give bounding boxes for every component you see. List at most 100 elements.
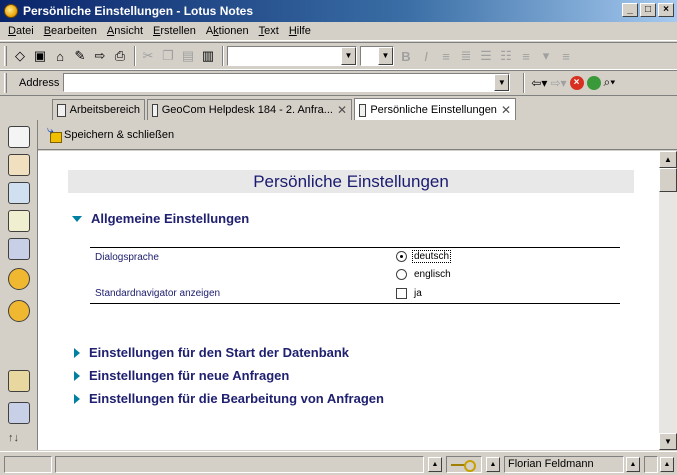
lotus-notes-app-icon[interactable] [4,4,18,18]
outdent-icon[interactable]: ≡ [557,47,575,65]
location-up-button[interactable]: ▲ [626,457,640,472]
bullet-list-icon[interactable]: ☰ [477,47,495,65]
twisty-collapsed-icon[interactable] [74,347,80,358]
calendar-icon[interactable] [8,154,30,176]
mail-up-button[interactable]: ▲ [660,457,674,472]
search-icon[interactable]: ⌕▾ [604,75,616,90]
save-close-button[interactable]: Speichern & schließen [47,123,175,143]
close-icon[interactable]: ✕ [337,103,347,117]
toolbar-separator [222,46,224,66]
tab-persoenliche-einstellungen[interactable]: Persönliche Einstellungen ✕ [354,98,516,121]
forward-icon[interactable]: ⇨ [91,47,109,65]
open-folder-icon[interactable]: ⌂ [51,47,69,65]
security-up-button[interactable]: ▲ [486,457,500,472]
checkbox-navigator[interactable] [396,288,407,299]
numbered-list-icon[interactable]: ☷ [497,47,515,65]
new-icon[interactable]: ◇ [11,47,29,65]
save-close-label: Speichern & schließen [64,128,175,141]
address-input[interactable]: ▼ [63,73,511,92]
italic-icon[interactable]: I [417,47,435,65]
menu-datei[interactable]: Datei [3,25,39,37]
scroll-down-button[interactable]: ▼ [659,433,677,450]
databases-icon[interactable] [8,300,30,322]
title-bar[interactable]: Persönliche Einstellungen - Lotus Notes … [0,0,677,22]
mail-status-pane[interactable] [644,456,658,473]
location-pane[interactable]: Florian Feldmann [504,456,624,473]
option-ja[interactable]: ja [414,288,422,299]
cut-icon[interactable]: ✂ [139,47,157,65]
twisty-expanded-icon[interactable] [72,215,82,222]
mail-icon[interactable] [8,126,30,148]
more-bookmarks-icon[interactable] [8,370,30,392]
status-up-button[interactable]: ▲ [428,457,442,472]
option-deutsch[interactable]: deutsch [412,250,452,263]
paste-icon[interactable]: ▤ [179,47,197,65]
menu-bar: Datei Bearbeiten Ansicht Erstellen Aktio… [0,22,677,41]
menu-ansicht[interactable]: Ansicht [102,25,148,37]
menu-aktionen[interactable]: Aktionen [201,25,254,37]
forward-nav-icon[interactable]: ⇨▾ [550,76,566,90]
scroll-up-button[interactable]: ▲ [659,151,677,168]
option-englisch[interactable]: englisch [414,269,451,280]
bookmark-scroll-icon[interactable]: ↑↓ [8,432,19,444]
stop-icon[interactable]: × [569,75,584,90]
menu-text[interactable]: Text [254,25,284,37]
refresh-icon[interactable] [586,75,601,90]
scroll-thumb[interactable] [659,168,677,192]
copy-link-icon[interactable]: ▥ [199,47,217,65]
align-center-icon[interactable]: ≣ [457,47,475,65]
copy-icon[interactable]: ❐ [159,47,177,65]
tab-geocom-helpdesk[interactable]: GeoCom Helpdesk 184 - 2. Anfra... ✕ [147,99,352,120]
address-bar: Address ▼ ⇦▾ ⇨▾ × ⌕▾ [0,70,677,94]
vertical-scrollbar[interactable]: ▲ ▼ [659,151,677,450]
close-icon[interactable]: ✕ [501,103,511,117]
indent-icon[interactable]: ≡ [517,47,535,65]
status-pane-left[interactable] [4,456,52,473]
section-allgemeine-einstellungen[interactable]: Allgemeine Einstellungen [72,211,249,226]
bold-icon[interactable]: B [397,47,415,65]
align-left-icon[interactable]: ≡ [437,47,455,65]
edit-icon[interactable]: ✎ [71,47,89,65]
chevron-down-icon[interactable]: ▼ [378,47,393,65]
radio-englisch[interactable] [396,269,407,280]
section-bearbeitung-anfragen[interactable]: Einstellungen für die Bearbeitung von An… [72,391,384,406]
back-icon[interactable]: ⇦▾ [531,76,547,90]
menu-label: nsicht [114,25,144,37]
chevron-down-icon[interactable]: ▼ [341,47,356,65]
address-book-icon[interactable] [8,182,30,204]
menu-label: rstellen [160,25,196,37]
tab-arbeitsbereich[interactable]: Arbeitsbereich [52,99,145,120]
replication-icon[interactable] [8,238,30,260]
font-combo[interactable]: ▼ [227,46,357,66]
menu-erstellen[interactable]: Erstellen [148,25,201,37]
todo-icon[interactable] [8,210,30,232]
section-label: Allgemeine Einstellungen [91,211,250,226]
twisty-collapsed-icon[interactable] [74,370,80,381]
toolbar-grip[interactable] [4,46,7,66]
menu-bearbeiten[interactable]: Bearbeiten [39,25,102,37]
window-title: Persönliche Einstellungen - Lotus Notes [23,4,254,18]
database-icon [152,103,158,117]
chevron-down-icon[interactable]: ▼ [494,74,510,91]
tab-label: Arbeitsbereich [69,104,140,116]
minimize-button[interactable]: _ [622,3,638,17]
addressbar-grip[interactable] [4,72,7,93]
close-button[interactable]: × [658,3,674,17]
security-pane[interactable] [446,456,482,473]
radio-deutsch[interactable] [396,251,407,262]
menu-hilfe[interactable]: Hilfe [284,25,316,37]
font-size-combo[interactable]: ▼ [360,46,394,66]
section-neue-anfragen[interactable]: Einstellungen für neue Anfragen [72,368,289,383]
section-start-datenbank[interactable]: Einstellungen für den Start der Datenban… [72,345,349,360]
menu-accel: B [43,25,52,37]
replicator-icon[interactable] [8,402,30,424]
save-icon[interactable]: ▣ [31,47,49,65]
twisty-collapsed-icon[interactable] [74,393,80,404]
action-bar: Speichern & schließen [38,120,677,150]
print-icon[interactable]: ⎙ [111,47,129,65]
favorites-icon[interactable] [8,268,30,290]
status-message-pane[interactable] [55,456,424,473]
section-label: Einstellungen für die Bearbeitung von An… [89,391,384,406]
paragraph-style-icon[interactable]: ▾ [537,47,555,65]
maximize-button[interactable]: □ [640,3,656,17]
